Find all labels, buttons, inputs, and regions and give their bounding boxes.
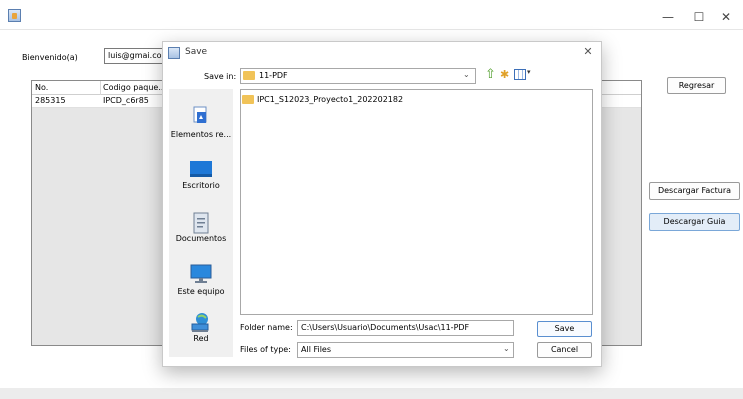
sidebar-label-desktop: Escritorio [182, 181, 220, 190]
new-folder-icon[interactable]: ✱ [500, 68, 514, 82]
chevron-down-icon[interactable]: ⌄ [503, 344, 510, 353]
save-button[interactable]: Save [537, 321, 592, 337]
sidebar-label-this-pc: Este equipo [177, 287, 225, 296]
view-menu-icon[interactable] [514, 69, 526, 80]
dialog-title: Save [185, 47, 208, 57]
folder-name-label: Folder name: [240, 323, 293, 332]
recent-items-icon [193, 106, 207, 123]
up-folder-icon[interactable]: ⇧ [485, 67, 499, 82]
sidebar-item-desktop[interactable] [169, 150, 233, 200]
sidebar-label-recent: Elementos re... [170, 130, 232, 139]
folder-icon [243, 71, 255, 80]
files-of-type-label: Files of type: [240, 345, 291, 354]
column-header-codigo[interactable]: Codigo paque... [103, 83, 166, 92]
descargar-guia-button[interactable]: Descargar Guia [649, 213, 740, 231]
files-of-type-combo[interactable]: All Files [297, 342, 514, 358]
java-icon [168, 47, 180, 59]
dialog-close-button[interactable]: ✕ [580, 44, 596, 60]
maximize-button[interactable]: ☐ [685, 8, 713, 26]
sidebar-item-documents[interactable] [169, 202, 233, 252]
documents-icon [193, 212, 209, 234]
folder-icon [242, 95, 254, 104]
regresar-button[interactable]: Regresar [667, 77, 726, 94]
close-button[interactable]: ✕ [712, 8, 740, 26]
network-icon [191, 313, 209, 332]
footer-bar [0, 388, 743, 399]
table-cell-codigo: IPCD_c6r85 [103, 96, 149, 105]
list-item[interactable]: IPC1_S12023_Proyecto1_202202182 [257, 95, 403, 104]
desktop-icon [190, 161, 212, 177]
sidebar-item-this-pc[interactable] [169, 255, 233, 305]
cancel-button[interactable]: Cancel [537, 342, 592, 358]
folder-name-field[interactable]: C:\Users\Usuario\Documents\Usac\11-PDF [297, 320, 514, 336]
save-in-label: Save in: [204, 72, 237, 81]
email-field[interactable]: luis@gmai.com [104, 48, 164, 64]
column-header-no[interactable]: No. [35, 83, 48, 92]
app-icon [8, 9, 21, 22]
save-in-combo[interactable]: 11-PDF [240, 68, 476, 84]
file-list[interactable] [240, 89, 593, 315]
title-bar-divider [0, 29, 743, 30]
welcome-label: Bienvenido(a) [22, 53, 78, 62]
descargar-factura-button[interactable]: Descargar Factura [649, 182, 740, 200]
sidebar-item-network[interactable] [169, 308, 233, 358]
chevron-down-icon[interactable]: ⌄ [463, 70, 470, 79]
table-cell-no: 285315 [35, 96, 66, 105]
minimize-button[interactable]: — [654, 8, 682, 26]
sidebar-label-documents: Documentos [175, 234, 227, 243]
this-pc-icon [190, 264, 212, 283]
sidebar-label-network: Red [193, 334, 209, 343]
caret-down-icon[interactable]: ▾ [527, 68, 531, 76]
